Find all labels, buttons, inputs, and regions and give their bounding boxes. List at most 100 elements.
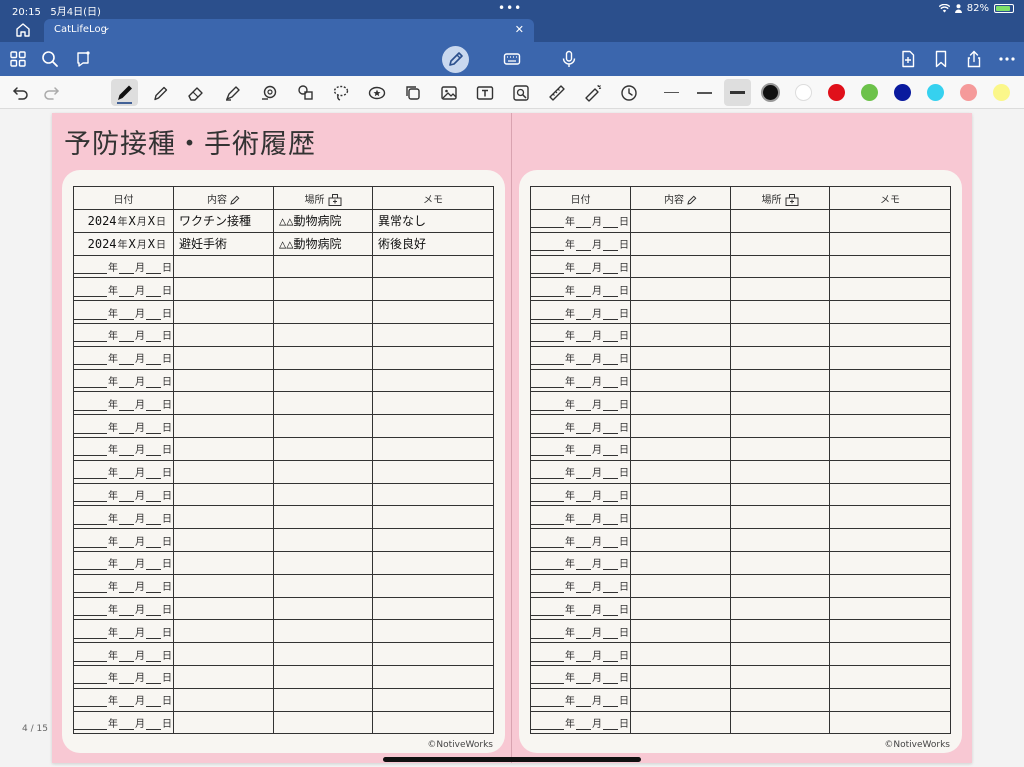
content-cell[interactable] [173, 436, 274, 461]
place-cell[interactable] [730, 300, 830, 324]
memo-cell[interactable] [372, 277, 494, 302]
place-cell[interactable] [273, 664, 373, 689]
content-cell[interactable] [173, 710, 274, 735]
place-cell[interactable] [730, 687, 830, 712]
left-page-panel[interactable]: 日付 内容 場所 メモ 2024年X月X日 ワクチン接種 △△動物病院 異常なし 202… [62, 170, 505, 753]
memo-cell[interactable] [372, 642, 494, 666]
date-cell[interactable]: 年月日 [530, 209, 631, 233]
place-cell[interactable]: △△動物病院 [273, 231, 373, 256]
pen-mode-button[interactable] [442, 46, 469, 73]
home-icon[interactable] [14, 21, 32, 39]
color-swatch-salmon[interactable] [960, 84, 977, 101]
date-cell[interactable]: 年月日 [530, 254, 631, 279]
memo-cell[interactable] [829, 528, 951, 552]
close-icon[interactable]: ✕ [515, 23, 524, 36]
ruler-icon[interactable] [547, 83, 567, 103]
date-cell[interactable]: 年月日 [73, 710, 174, 735]
place-cell[interactable] [273, 710, 373, 735]
memo-cell[interactable] [829, 596, 951, 621]
highlighter-icon[interactable] [223, 83, 243, 103]
memo-cell[interactable] [372, 664, 494, 689]
place-cell[interactable] [273, 300, 373, 324]
shape-eraser-icon[interactable] [259, 83, 279, 103]
memo-cell[interactable] [372, 368, 494, 393]
date-cell[interactable]: 年月日 [530, 596, 631, 621]
place-cell[interactable] [273, 642, 373, 666]
chevron-down-icon[interactable]: ⌄ [103, 23, 111, 33]
content-cell[interactable] [173, 573, 274, 598]
shapes-icon[interactable] [296, 83, 316, 103]
place-cell[interactable] [273, 505, 373, 530]
content-cell[interactable] [630, 642, 731, 666]
date-cell[interactable]: 年月日 [530, 528, 631, 552]
date-cell[interactable]: 年月日 [530, 505, 631, 530]
memo-cell[interactable] [372, 596, 494, 621]
content-cell[interactable] [173, 368, 274, 393]
content-cell[interactable] [630, 459, 731, 484]
date-cell[interactable]: 年月日 [73, 368, 174, 393]
date-cell[interactable]: 年月日 [530, 642, 631, 666]
search-icon[interactable] [40, 49, 60, 69]
date-cell[interactable]: 年月日 [530, 687, 631, 712]
content-cell[interactable] [173, 505, 274, 530]
lasso-icon[interactable] [331, 83, 351, 103]
place-cell[interactable] [273, 596, 373, 621]
place-cell[interactable] [273, 619, 373, 644]
date-cell[interactable]: 年月日 [530, 368, 631, 393]
place-cell[interactable] [730, 550, 830, 575]
content-cell[interactable] [630, 391, 731, 416]
date-cell[interactable]: 年月日 [73, 482, 174, 507]
place-cell[interactable] [730, 254, 830, 279]
content-cell[interactable] [630, 687, 731, 712]
place-cell[interactable] [730, 277, 830, 302]
memo-cell[interactable] [372, 254, 494, 279]
place-cell[interactable] [730, 436, 830, 461]
content-cell[interactable] [630, 322, 731, 347]
date-cell[interactable]: 年月日 [73, 687, 174, 712]
date-cell[interactable]: 年月日 [530, 345, 631, 370]
date-cell[interactable]: 年月日 [73, 414, 174, 438]
pencil-icon[interactable] [151, 83, 171, 103]
memo-cell[interactable] [372, 710, 494, 735]
memo-cell[interactable]: 異常なし [372, 209, 494, 233]
more-icon[interactable] [997, 49, 1017, 69]
pen-tool-icon[interactable] [111, 79, 138, 106]
memo-cell[interactable] [829, 687, 951, 712]
place-cell[interactable] [730, 528, 830, 552]
content-cell[interactable] [630, 619, 731, 644]
place-cell[interactable] [273, 277, 373, 302]
color-swatch-black[interactable] [761, 83, 780, 102]
color-swatch-navy[interactable] [894, 84, 911, 101]
place-cell[interactable] [273, 368, 373, 393]
memo-cell[interactable]: 術後良好 [372, 231, 494, 256]
date-cell[interactable]: 年月日 [530, 664, 631, 689]
date-cell[interactable]: 年月日 [530, 550, 631, 575]
date-cell[interactable]: 年月日 [73, 391, 174, 416]
place-cell[interactable] [730, 482, 830, 507]
place-cell[interactable] [273, 414, 373, 438]
text-box-icon[interactable] [475, 83, 495, 103]
place-cell[interactable] [730, 642, 830, 666]
memo-cell[interactable] [829, 277, 951, 302]
content-cell[interactable] [173, 619, 274, 644]
content-cell[interactable] [173, 345, 274, 370]
memo-cell[interactable] [829, 642, 951, 666]
date-cell[interactable]: 年月日 [530, 322, 631, 347]
date-cell[interactable]: 年月日 [530, 482, 631, 507]
memo-cell[interactable] [829, 436, 951, 461]
content-cell[interactable] [173, 254, 274, 279]
place-cell[interactable] [730, 322, 830, 347]
camera-scan-icon[interactable] [511, 83, 531, 103]
bookmark-icon[interactable] [931, 49, 951, 69]
content-cell[interactable] [173, 414, 274, 438]
date-cell[interactable]: 年月日 [530, 619, 631, 644]
stroke-thin-option[interactable] [664, 92, 679, 93]
stroke-thick-option[interactable] [724, 79, 751, 106]
content-cell[interactable] [173, 664, 274, 689]
content-cell[interactable] [630, 345, 731, 370]
memo-cell[interactable] [829, 619, 951, 644]
color-swatch-green[interactable] [861, 84, 878, 101]
color-swatch-red[interactable] [828, 84, 845, 101]
place-cell[interactable] [273, 528, 373, 552]
multitasking-dots-icon[interactable]: ••• [498, 1, 522, 15]
